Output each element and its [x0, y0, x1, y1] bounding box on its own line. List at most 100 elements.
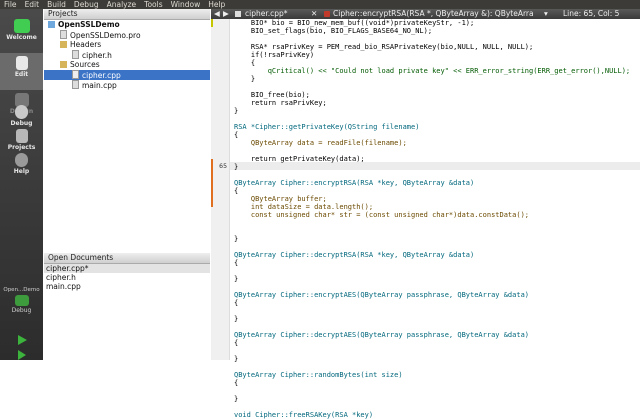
mode-welcome-label: Welcome — [6, 34, 37, 41]
qt-logo-icon — [13, 19, 30, 33]
tree-item-label: Headers — [70, 40, 102, 49]
project-icon — [48, 21, 55, 28]
code-line: } — [234, 75, 256, 83]
folder-icon — [60, 61, 67, 68]
open-documents-title: Open Documents — [48, 253, 114, 262]
menu-analyze[interactable]: Analyze — [103, 0, 141, 9]
file-type-icon — [235, 11, 241, 17]
code-line: } — [234, 315, 239, 323]
code-line: QByteArray data = readFile(filename); — [234, 139, 407, 147]
tree-item-label: OpenSSLDemo.pro — [70, 31, 141, 40]
symbol-icon — [324, 11, 330, 17]
code-line: QByteArray Cipher::decryptAES(QByteArray… — [234, 331, 530, 339]
nav-back-icon[interactable]: ◀ — [214, 9, 220, 19]
open-doc-cipher-cpp[interactable]: cipher.cpp* — [44, 264, 210, 273]
mode-edit[interactable]: Edit — [0, 53, 43, 90]
mode-help[interactable]: Help — [0, 153, 43, 183]
debug-icon — [15, 105, 28, 119]
menu-help[interactable]: Help — [204, 0, 229, 9]
code-line: { — [234, 259, 239, 267]
code-line: int dataSize = data.length(); — [234, 203, 374, 211]
code-editor[interactable]: BIO* bio = BIO_new_mem_buf((void*)privat… — [230, 19, 640, 419]
monitor-icon — [14, 295, 29, 306]
file-icon — [72, 80, 79, 89]
target-selector[interactable]: Open...Demo Debug — [0, 287, 43, 327]
code-line: RSA* rsaPrivKey = PEM_read_bio_RSAPrivat… — [234, 43, 534, 51]
tree-item-pro-file[interactable]: OpenSSLDemo.pro — [60, 30, 141, 40]
file-icon — [72, 50, 79, 59]
project-tree — [44, 20, 210, 252]
open-doc-cipher-h[interactable]: cipher.h — [44, 273, 210, 282]
code-line: { — [234, 299, 239, 307]
tree-item-label: main.cpp — [82, 81, 117, 90]
code-line: } — [234, 275, 239, 283]
close-editor-icon[interactable]: ✕ — [311, 9, 317, 19]
menu-window[interactable]: Window — [167, 0, 205, 9]
code-line: { — [234, 379, 239, 387]
file-icon — [72, 70, 79, 79]
modified-marker — [211, 159, 213, 207]
tree-item-label: cipher.h — [82, 51, 112, 60]
tree-item-label: cipher.cpp — [82, 71, 121, 80]
code-line: qCritical() << "Could not load private k… — [234, 67, 631, 75]
open-documents-list: cipher.cpp* cipher.h main.cpp — [44, 264, 210, 360]
code-line: void Cipher::freeRSAKey(RSA *key) — [234, 411, 374, 419]
code-line: { — [234, 187, 239, 195]
debug-run-button[interactable] — [0, 350, 43, 360]
tree-item-project[interactable]: OpenSSLDemo — [48, 20, 120, 30]
menu-file[interactable]: File — [0, 0, 21, 9]
tree-item-headers[interactable]: Headers — [60, 40, 101, 50]
code-line: } — [234, 395, 239, 403]
menu-tools[interactable]: Tools — [140, 0, 166, 9]
file-icon — [60, 30, 67, 39]
edit-icon — [15, 56, 28, 70]
code-line: { — [234, 131, 239, 139]
mode-help-label: Help — [13, 168, 30, 175]
menu-build[interactable]: Build — [43, 0, 70, 9]
code-line: QByteArray Cipher::encryptRSA(RSA *key, … — [234, 179, 475, 187]
current-line-number: 65 — [219, 162, 227, 170]
code-line: QByteArray Cipher::encryptAES(QByteArray… — [234, 291, 530, 299]
code-line: BIO_free(bio); — [234, 91, 310, 99]
editor-toolbar: ◀ ▶ cipher.cpp* ✕ Cipher::encryptRSA(RSA… — [211, 9, 640, 19]
tree-item-cipher-h[interactable]: cipher.h — [72, 50, 112, 60]
symbol-selector[interactable]: Cipher::encryptRSA(RSA *, QByteArray &):… — [333, 9, 543, 19]
code-line: QByteArray Cipher::decryptRSA(RSA *key, … — [234, 251, 475, 259]
mode-selector: Welcome Edit Design Debug Projects Help … — [0, 9, 43, 360]
nav-forward-icon[interactable]: ▶ — [223, 9, 229, 19]
tree-item-main-cpp[interactable]: main.cpp — [72, 80, 117, 90]
debug-run-icon — [17, 350, 26, 360]
tree-item-label: Sources — [70, 60, 100, 69]
mode-welcome[interactable]: Welcome — [0, 19, 43, 51]
mode-projects-label: Projects — [7, 144, 36, 151]
projects-icon — [15, 129, 28, 143]
editor-tab[interactable]: cipher.cpp* — [245, 9, 288, 19]
projects-panel-title: Projects — [48, 9, 78, 18]
chevron-down-icon[interactable]: ▾ — [544, 9, 548, 19]
open-doc-main-cpp[interactable]: main.cpp — [44, 282, 210, 291]
code-line: } — [234, 235, 239, 243]
code-line: { — [234, 59, 256, 67]
tree-item-sources[interactable]: Sources — [60, 60, 100, 70]
run-button[interactable] — [0, 334, 43, 348]
line-number-gutter: 65 — [211, 19, 230, 360]
open-documents-header: Open Documents — [44, 253, 210, 264]
code-line: if(!rsaPrivKey) — [234, 51, 315, 59]
code-line: const unsigned char* str = (const unsign… — [234, 211, 530, 219]
code-line: } — [234, 163, 239, 171]
menu-bar: File Edit Build Debug Analyze Tools Window Help — [0, 0, 640, 9]
menu-edit[interactable]: Edit — [21, 0, 44, 9]
folder-icon — [60, 41, 67, 48]
target-sublabel: Debug — [11, 307, 32, 314]
mode-edit-label: Edit — [14, 71, 29, 78]
code-line: QByteArray Cipher::randomBytes(int size) — [234, 371, 403, 379]
modified-marker — [211, 19, 213, 27]
menu-debug[interactable]: Debug — [70, 0, 103, 9]
code-line: } — [234, 355, 239, 363]
code-line: QByteArray buffer; — [234, 195, 327, 203]
code-line: RSA *Cipher::getPrivateKey(QString filen… — [234, 123, 420, 131]
tree-item-label: OpenSSLDemo — [58, 20, 120, 29]
help-icon — [15, 153, 28, 167]
tree-item-cipher-cpp[interactable]: cipher.cpp — [44, 70, 210, 80]
code-line: return getPrivateKey(data); — [234, 155, 365, 163]
